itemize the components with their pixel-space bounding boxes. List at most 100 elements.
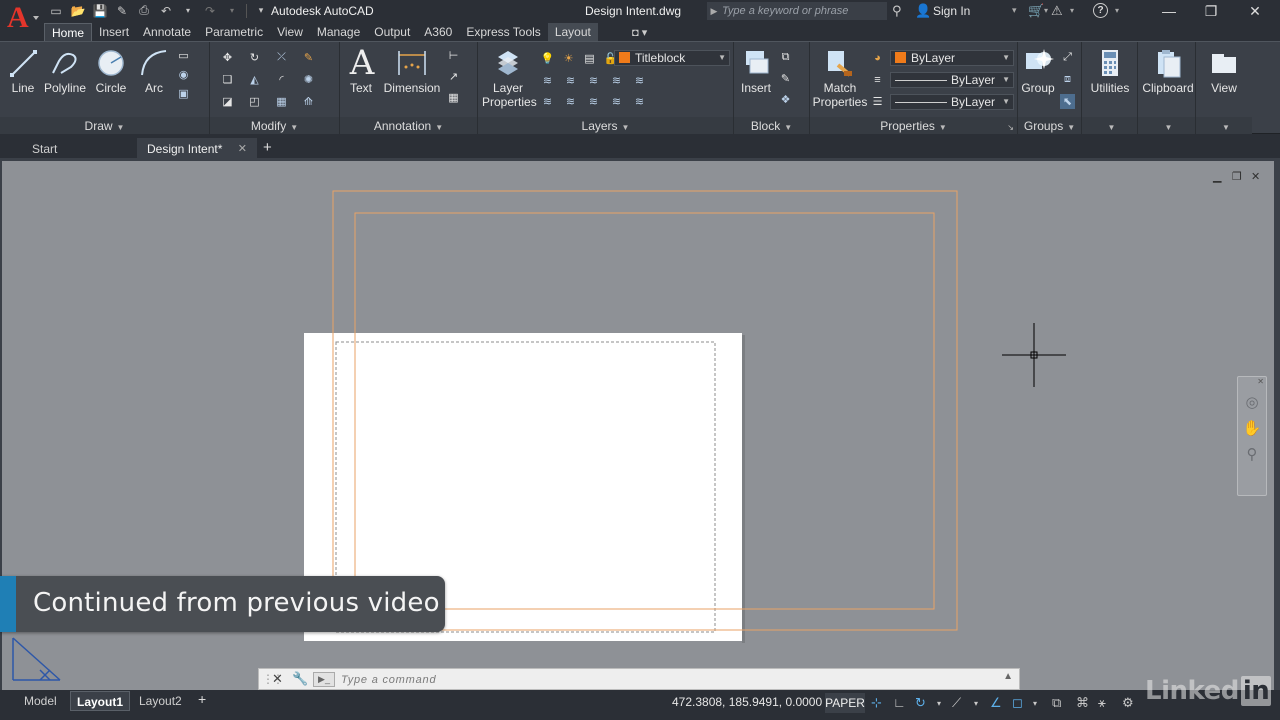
utilities-tool[interactable]: Utilities (1084, 47, 1136, 95)
layer-lock-tool-icon[interactable]: ≋ (563, 94, 578, 109)
layer-on-icon[interactable]: 💡 (540, 51, 555, 66)
layer-properties-tool[interactable]: Layer Properties (482, 47, 537, 109)
ungroup-icon[interactable]: ⤢ (1060, 50, 1075, 65)
isodraft-dropdown-icon[interactable]: ▾ (974, 699, 978, 708)
object-snap-icon[interactable]: ◻ (1012, 695, 1023, 711)
binoculars-icon[interactable]: ⚲ (892, 3, 902, 19)
sign-in-dropdown-icon[interactable]: ▾ (1012, 5, 1017, 16)
boundary-icon[interactable]: ▣ (176, 86, 191, 101)
restore-icon[interactable]: ❐ (1189, 0, 1233, 22)
command-line-close-icon[interactable]: ✕ (272, 671, 283, 687)
minimize-icon[interactable]: — (1147, 0, 1191, 22)
plot-icon[interactable]: ⎙ (136, 3, 152, 18)
circle-tool[interactable]: Circle (92, 47, 130, 95)
clipboard-tool[interactable]: Clipboard (1140, 47, 1196, 95)
recent-commands-icon[interactable]: ▶_ (313, 672, 335, 687)
coordinate-readout[interactable]: 472.3808, 185.9491, 0.0000 (672, 695, 822, 709)
draw-panel-title[interactable]: Draw ▼ (0, 117, 209, 135)
view-tool[interactable]: View (1200, 47, 1248, 95)
table-icon[interactable]: ▦ (446, 90, 461, 105)
scale-icon[interactable]: ◰ (247, 94, 262, 109)
add-layout-icon[interactable]: + (198, 691, 206, 707)
arc-tool[interactable]: Arc (137, 47, 171, 95)
paper-space-button[interactable]: PAPER (825, 693, 865, 713)
annotation-scale-icon[interactable]: ⧉ (1052, 695, 1061, 711)
redo-icon[interactable]: ↷ (202, 3, 218, 18)
text-tool[interactable]: A Text (346, 46, 376, 95)
help-icon[interactable]: ? (1093, 3, 1108, 18)
clipboard-panel-title[interactable]: ▼ (1138, 117, 1195, 135)
redo-dropdown-icon[interactable]: ▾ (224, 3, 240, 18)
file-tab-start[interactable]: Start (22, 138, 137, 160)
layer-isolate-icon[interactable]: ≋ (586, 73, 601, 88)
isodraft-icon[interactable]: ⟋ (952, 695, 961, 711)
steering-wheel-icon[interactable]: ◎ (1238, 393, 1266, 411)
layer-unlock-tool-icon[interactable]: ≋ (586, 94, 601, 109)
group-edit-icon[interactable]: ⧈ (1060, 72, 1075, 87)
cart-icon[interactable]: 🛒 (1028, 3, 1044, 19)
groups-panel-title[interactable]: Groups ▼ (1018, 117, 1081, 135)
layer-vp-freeze-icon[interactable]: ▤ (582, 51, 597, 66)
insert-block-tool[interactable]: Insert (738, 47, 774, 95)
polar-tracking-icon[interactable]: ↻ (915, 695, 926, 711)
hatch-icon[interactable]: ◉ (176, 67, 191, 82)
application-menu-button[interactable]: A (2, 0, 40, 38)
create-block-icon[interactable]: ⧉ (778, 50, 793, 65)
layer-walk-icon[interactable]: ≋ (609, 94, 624, 109)
properties-panel-title[interactable]: Properties ▼ (810, 117, 1017, 135)
customize-toolbar-icon[interactable]: ▾ (253, 3, 269, 18)
undo-icon[interactable]: ↶ (158, 3, 174, 18)
tab-output[interactable]: Output (367, 23, 417, 41)
viewport-restore-icon[interactable]: ❐ (1232, 170, 1242, 183)
rectangle-icon[interactable]: ▭ (176, 48, 191, 63)
edit-attributes-icon[interactable]: ❖ (778, 92, 793, 107)
group-tool[interactable]: Group (1020, 47, 1056, 95)
new-file-icon[interactable]: ▭ (48, 3, 64, 18)
color-dropdown[interactable]: ByLayer ▼ (890, 50, 1014, 66)
settings-gear-icon[interactable]: ⚙ (1122, 695, 1134, 711)
trim-icon[interactable]: ⤫ (274, 50, 289, 65)
undo-dropdown-icon[interactable]: ▾ (180, 3, 196, 18)
leader-icon[interactable]: ↗ (446, 69, 461, 84)
layer-unisolate-icon[interactable]: ≋ (609, 73, 624, 88)
pan-icon[interactable]: ✋ (1238, 419, 1266, 437)
tab-parametric[interactable]: Parametric (198, 23, 270, 41)
modify-panel-title[interactable]: Modify ▼ (210, 117, 339, 135)
zoom-icon[interactable]: ⚲ (1238, 445, 1266, 463)
offset-icon[interactable]: ⟰ (301, 94, 316, 109)
save-as-icon[interactable]: ✎ (114, 3, 130, 18)
user-icon[interactable]: 👤 (915, 3, 931, 19)
mirror-icon[interactable]: ◭ (247, 72, 262, 87)
match-properties-tool[interactable]: Match Properties (812, 47, 868, 109)
edit-block-icon[interactable]: ✎ (778, 71, 793, 86)
annotation-panel-title[interactable]: Annotation ▼ (340, 117, 477, 135)
tab-insert[interactable]: Insert (92, 23, 136, 41)
command-history-icon[interactable]: ▲ (1003, 671, 1013, 682)
lineweight-dropdown[interactable]: ByLayer ▼ (890, 94, 1014, 110)
tab-layout[interactable]: Layout (547, 23, 598, 41)
workspace-icon[interactable]: ⌘ (1076, 695, 1089, 711)
navbar-close-icon[interactable]: ✕ (1257, 377, 1264, 386)
linear-dimension-icon[interactable]: ⊢ (446, 48, 461, 63)
open-file-icon[interactable]: 📂 (70, 3, 86, 18)
connect-dropdown-icon[interactable]: ▾ (1070, 6, 1074, 15)
erase-icon[interactable]: ✎ (301, 50, 316, 65)
polyline-tool[interactable]: Polyline (42, 47, 88, 95)
tab-a360[interactable]: A360 (417, 23, 459, 41)
tab-annotate[interactable]: Annotate (136, 23, 198, 41)
line-tool[interactable]: Line (6, 47, 40, 95)
copy-icon[interactable]: ❏ (220, 72, 235, 87)
utilities-panel-title[interactable]: ▼ (1082, 117, 1137, 135)
command-input[interactable] (341, 671, 981, 688)
layer-off-icon[interactable]: ≋ (632, 73, 647, 88)
block-panel-title[interactable]: Block ▼ (734, 117, 809, 135)
autodesk-connect-icon[interactable]: ⚠ (1051, 3, 1063, 19)
ribbon-display-toggle-icon[interactable]: ◘ ▾ (632, 26, 647, 39)
object-snap-dropdown-icon[interactable]: ▾ (1033, 699, 1037, 708)
dimension-tool[interactable]: Dimension (382, 47, 442, 95)
wrench-icon[interactable]: 🔧 (292, 671, 308, 687)
file-tab-design-intent[interactable]: Design Intent* ✕ (137, 138, 257, 160)
tab-express-tools[interactable]: Express Tools (459, 23, 547, 41)
close-tab-icon[interactable]: ✕ (238, 138, 247, 160)
layer-dropdown[interactable]: Titleblock ▼ (614, 50, 730, 66)
